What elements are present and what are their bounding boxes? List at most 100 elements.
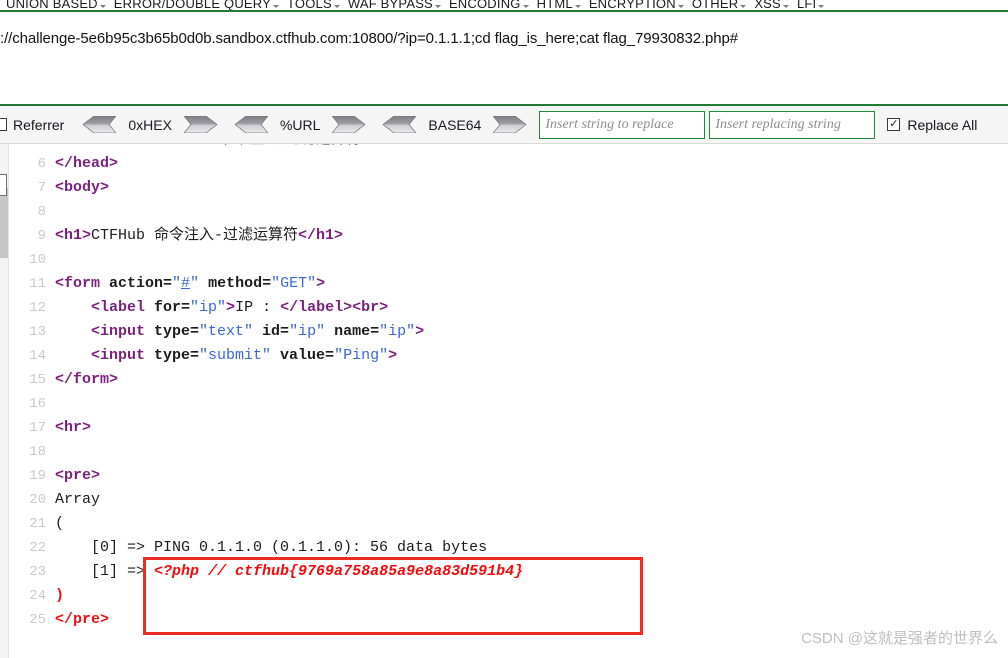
line-number: 20 (29, 492, 46, 508)
replace-all-toggle[interactable]: ✓ Replace All (887, 117, 977, 133)
referrer-label: Referrer (13, 116, 65, 133)
menu-item[interactable]: ERROR/DOUBLE QUERY (108, 0, 281, 11)
vertical-scrollbar[interactable] (0, 144, 9, 658)
code-token: type= (145, 323, 200, 340)
side-panel-button[interactable] (0, 174, 7, 196)
code-token: "Ping" (334, 347, 389, 364)
code-token: </pre> (55, 611, 110, 628)
code-line: 8 (10, 200, 523, 224)
code-line: 19 <pre> (10, 464, 523, 488)
codec-group: %URL (226, 116, 374, 133)
arrow-left-icon[interactable] (82, 116, 117, 133)
url-text[interactable]: ://challenge-5e6b95c3b65b0d0b.sandbox.ct… (0, 30, 738, 47)
menu-item[interactable]: UNION BASED (0, 0, 108, 11)
arrow-right-icon[interactable] (493, 116, 527, 133)
code-lines[interactable]: 5 <title>CTFHub 命令注入-过滤运算符</title>6</hea… (10, 144, 523, 632)
code-token: < (55, 144, 100, 148)
code-token: <body> (55, 179, 110, 196)
watermark: CSDN @这就是强者的世界么 (801, 630, 998, 647)
line-number: 9 (37, 228, 46, 244)
line-number: 24 (29, 588, 46, 604)
line-number: 14 (29, 348, 46, 364)
replace-all-checkbox[interactable]: ✓ (887, 118, 901, 131)
arrow-left-icon[interactable] (234, 116, 268, 133)
code-line: 18 (10, 440, 523, 464)
line-number: 15 (29, 372, 46, 388)
code-token: </form> (55, 371, 119, 388)
code-line: 22 [0] => PING 0.1.1.0 (0.1.1.0): 56 dat… (10, 536, 523, 560)
menu-item[interactable]: WAF BYPASS (342, 0, 443, 11)
code-line: 15 </form> (10, 368, 523, 392)
code-token: <label (55, 299, 146, 316)
encoder-toolbar: Referrer 0xHEX %URL BASE64 ✓ Replace All (0, 106, 1008, 144)
code-token: value= (271, 347, 335, 364)
code-line: 25 </pre> (10, 608, 523, 632)
line-number: 18 (29, 444, 46, 460)
code-token: > (316, 275, 326, 292)
code-line: 16 (10, 392, 523, 416)
menu-item[interactable]: OTHER (686, 0, 749, 11)
code-token: " (190, 275, 200, 292)
code-token: Array (55, 491, 101, 508)
code-token: <hr> (55, 419, 92, 436)
code-token: # (181, 275, 191, 292)
code-token: "submit" (199, 347, 272, 364)
code-token: title (100, 144, 145, 148)
code-token: <input (55, 347, 146, 364)
referrer-checkbox[interactable] (0, 118, 7, 131)
code-token: </h1> (298, 227, 344, 244)
code-line: 17 <hr> (10, 416, 523, 440)
menu-item[interactable]: XSS (748, 0, 791, 11)
codec-group: BASE64 (374, 116, 535, 133)
menu-item[interactable]: ENCODING (443, 0, 531, 11)
code-token: <form (55, 275, 101, 292)
code-line: 5 <title>CTFHub 命令注入-过滤运算符</title> (10, 144, 523, 152)
line-number: 21 (29, 516, 46, 532)
code-token: id= (253, 323, 290, 340)
line-number: 16 (29, 396, 46, 412)
code-line: 20 Array (10, 488, 523, 512)
arrow-right-icon[interactable] (332, 116, 366, 133)
arrow-left-icon[interactable] (382, 116, 417, 133)
line-number: 12 (29, 300, 46, 316)
menu-item[interactable]: ENCRYPTION (583, 0, 686, 11)
code-token: " (172, 275, 182, 292)
scrollbar-thumb[interactable] (0, 188, 8, 258)
source-code-pane: 5 <title>CTFHub 命令注入-过滤运算符</title>6</hea… (0, 144, 1008, 658)
code-line: 7 <body> (10, 176, 523, 200)
line-number: 22 (29, 540, 46, 556)
code-token: "ip" (289, 323, 326, 340)
code-token: IP : (235, 299, 281, 316)
search-input[interactable] (539, 110, 706, 139)
codec-button-groups: 0xHEX %URL BASE64 (74, 116, 535, 133)
code-token: CTFHub 命令注入-过滤运算符 (154, 144, 361, 148)
code-line: 21 ( (10, 512, 523, 536)
code-token: > (226, 299, 236, 316)
line-number: 8 (37, 204, 46, 220)
app-root: UNION BASED ERROR/DOUBLE QUERY TOOLS WAF BY… (0, 0, 1008, 658)
line-number: 11 (29, 276, 46, 292)
code-line: 11 <form action="#" method="GET"> (10, 272, 523, 296)
arrow-right-icon[interactable] (183, 116, 218, 133)
code-token: <h1> (55, 227, 92, 244)
replace-input[interactable] (709, 110, 876, 139)
line-number: 7 (37, 180, 46, 196)
line-number: 23 (29, 564, 46, 580)
code-line: 12 <label for="ip">IP : </label><br> (10, 296, 523, 320)
codec-label: BASE64 (428, 116, 482, 133)
codec-group: 0xHEX (74, 116, 226, 133)
codec-label: %URL (279, 116, 321, 133)
code-line: 13 <input type="text" id="ip" name="ip"> (10, 320, 523, 344)
menu-item[interactable]: HTML (531, 0, 583, 11)
line-number: 17 (29, 420, 46, 436)
code-token: </title> (361, 144, 433, 148)
line-number: 13 (29, 324, 46, 340)
code-token: [0] => PING 0.1.1.0 (0.1.1.0): 56 data b… (55, 539, 488, 556)
code-token: <input (55, 323, 146, 340)
line-number: 19 (29, 468, 46, 484)
codec-label: 0xHEX (128, 116, 172, 133)
menu-item[interactable]: TOOLS (281, 0, 342, 11)
referrer-toggle[interactable]: Referrer (0, 117, 74, 133)
menu-item[interactable]: LFI (791, 0, 826, 11)
replace-all-label: Replace All (907, 116, 978, 133)
